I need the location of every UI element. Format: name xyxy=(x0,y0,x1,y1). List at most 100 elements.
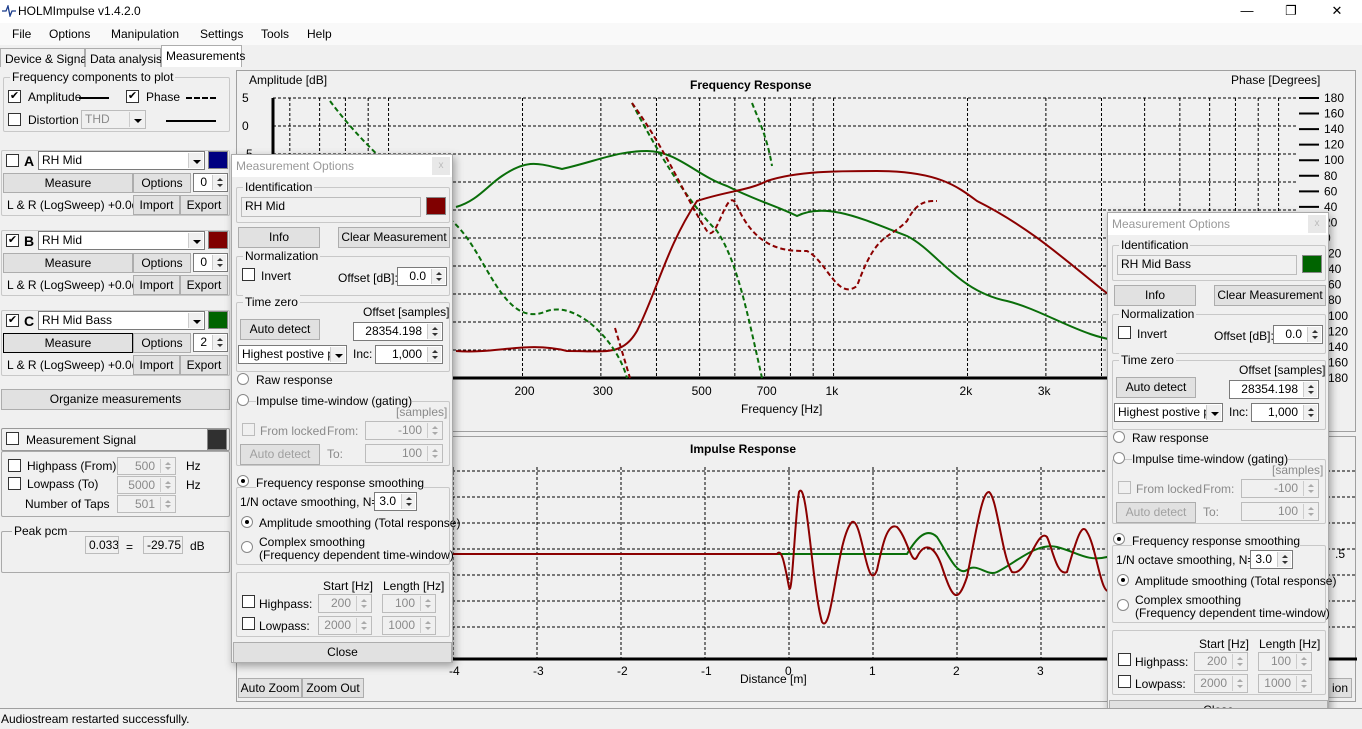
menu-file[interactable]: File xyxy=(12,27,31,41)
measurement-a-options-button[interactable]: Options xyxy=(133,173,191,193)
tab-device-signal[interactable]: Device & Signal xyxy=(0,48,90,67)
spinner-arrows-icon[interactable] xyxy=(1303,405,1317,420)
measurement-c-measure-button[interactable]: Measure xyxy=(3,333,133,353)
organize-measurements-button[interactable]: Organize measurements xyxy=(1,389,230,410)
gate-from-input[interactable]: -100 xyxy=(1241,479,1319,498)
spinner-arrows-icon[interactable] xyxy=(431,269,445,284)
highpass-start-input[interactable]: 200 xyxy=(1194,652,1248,671)
distortion-select[interactable]: THD xyxy=(81,110,146,129)
spinner-arrows-icon[interactable] xyxy=(427,347,441,362)
offset-samples-input[interactable]: 28354.198 xyxy=(1229,380,1319,399)
spinner-arrows-icon[interactable] xyxy=(1296,676,1310,691)
amplitude-smoothing-radio[interactable] xyxy=(241,516,253,528)
clear-measurement-button[interactable]: Clear Measurement xyxy=(1214,285,1326,306)
lowpass-start-input[interactable]: 2000 xyxy=(318,616,372,635)
from-locked-checkbox[interactable] xyxy=(1118,481,1131,494)
measurement-c-checkbox[interactable]: ✔ xyxy=(6,314,19,327)
inc-input[interactable]: 1,000 xyxy=(1251,403,1319,422)
menu-help[interactable]: Help xyxy=(307,27,332,41)
spinner-arrows-icon[interactable] xyxy=(1303,481,1317,496)
dialog-close-x-button[interactable]: x xyxy=(432,157,450,175)
measurement-a-export-button[interactable]: Export xyxy=(180,195,228,215)
lowpass-length-input[interactable]: 1000 xyxy=(382,616,436,635)
complex-smoothing-radio[interactable] xyxy=(241,541,253,553)
distortion-checkbox[interactable] xyxy=(8,113,21,126)
from-locked-checkbox[interactable] xyxy=(242,423,255,436)
measurement-a-checkbox[interactable] xyxy=(6,154,19,167)
measurement-c-import-button[interactable]: Import xyxy=(133,355,180,375)
spinner-arrows-icon[interactable] xyxy=(427,423,441,438)
invert-checkbox[interactable] xyxy=(242,268,255,281)
gate-to-input[interactable]: 100 xyxy=(1241,502,1319,521)
measurement-a-import-button[interactable]: Import xyxy=(133,195,180,215)
menu-settings[interactable]: Settings xyxy=(200,27,243,41)
spinner-arrows-icon[interactable] xyxy=(401,494,415,509)
inc-input[interactable]: 1,000 xyxy=(375,345,443,364)
spinner-arrows-icon[interactable] xyxy=(1303,382,1317,397)
highpass-from-checkbox[interactable] xyxy=(8,459,21,472)
detect-mode-select[interactable]: Highest postive pe xyxy=(238,345,347,364)
lowpass-start-input[interactable]: 2000 xyxy=(1194,674,1248,693)
spinner-arrows-icon[interactable] xyxy=(1296,654,1310,669)
number-of-taps-input[interactable]: 501 xyxy=(117,495,176,513)
time-zero-auto-detect-button[interactable]: Auto detect xyxy=(1116,377,1196,398)
gate-to-input[interactable]: 100 xyxy=(365,444,443,463)
info-button[interactable]: Info xyxy=(238,227,320,248)
spinner-arrows-icon[interactable] xyxy=(160,497,174,511)
lowpass-length-input[interactable]: 1000 xyxy=(1258,674,1312,693)
measurement-c-options-button[interactable]: Options xyxy=(133,333,191,353)
minimize-button[interactable]: — xyxy=(1224,0,1270,23)
lowpass-to-checkbox[interactable] xyxy=(8,477,21,490)
restore-button[interactable]: ❐ xyxy=(1268,0,1314,23)
measurement-b-options-button[interactable]: Options xyxy=(133,253,191,273)
dialog-close-button[interactable]: Close xyxy=(233,642,452,663)
lowpass-checkbox[interactable] xyxy=(242,617,255,630)
spinner-arrows-icon[interactable] xyxy=(1232,676,1246,691)
menu-options[interactable]: Options xyxy=(49,27,90,41)
lowpass-checkbox[interactable] xyxy=(1118,675,1131,688)
measurement-a-measure-button[interactable]: Measure xyxy=(3,173,133,193)
measurement-signal-color[interactable] xyxy=(207,429,227,450)
dialog-close-x-button[interactable]: x xyxy=(1308,215,1326,233)
spinner-arrows-icon[interactable] xyxy=(356,596,370,611)
offset-db-input[interactable]: 0.0 xyxy=(1273,325,1323,344)
octave-input[interactable]: 3.0 xyxy=(374,492,417,511)
phase-checkbox[interactable]: ✔ xyxy=(126,90,139,103)
amplitude-smoothing-radio[interactable] xyxy=(1117,574,1129,586)
gating-radio[interactable] xyxy=(1113,452,1125,464)
spinner-arrows-icon[interactable] xyxy=(212,175,226,190)
detect-mode-select[interactable]: Highest postive pe xyxy=(1114,403,1223,422)
measurement-a-spin[interactable]: 0 xyxy=(193,173,228,192)
time-zero-auto-detect-button[interactable]: Auto detect xyxy=(240,319,320,340)
identification-color[interactable] xyxy=(426,197,446,215)
gate-from-input[interactable]: -100 xyxy=(365,421,443,440)
complex-smoothing-radio[interactable] xyxy=(1117,599,1129,611)
spinner-arrows-icon[interactable] xyxy=(160,478,174,492)
measurement-b-spin[interactable]: 0 xyxy=(193,253,228,272)
measurement-b-color[interactable] xyxy=(208,231,228,249)
invert-checkbox[interactable] xyxy=(1118,326,1131,339)
highpass-start-input[interactable]: 200 xyxy=(318,594,372,613)
highpass-length-input[interactable]: 100 xyxy=(382,594,436,613)
measurement-b-name[interactable]: RH Mid xyxy=(38,231,205,250)
smoothing-radio[interactable] xyxy=(237,475,249,487)
measurement-c-export-button[interactable]: Export xyxy=(180,355,228,375)
amplitude-checkbox[interactable]: ✔ xyxy=(8,90,21,103)
auto-zoom-button[interactable]: Auto Zoom xyxy=(238,678,302,698)
highpass-from-input[interactable]: 500 xyxy=(117,457,176,475)
spinner-arrows-icon[interactable] xyxy=(1232,654,1246,669)
spinner-arrows-icon[interactable] xyxy=(420,618,434,633)
spinner-arrows-icon[interactable] xyxy=(427,324,441,339)
highpass-checkbox[interactable] xyxy=(1118,653,1131,666)
measurement-signal-checkbox[interactable] xyxy=(6,432,19,445)
raw-response-radio[interactable] xyxy=(1113,431,1125,443)
octave-input[interactable]: 3.0 xyxy=(1250,550,1293,569)
tab-measurements[interactable]: Measurements xyxy=(161,45,245,67)
measurement-c-spin[interactable]: 2 xyxy=(193,333,228,352)
raw-response-radio[interactable] xyxy=(237,373,249,385)
measurement-a-name[interactable]: RH Mid xyxy=(38,151,205,170)
measurement-c-color[interactable] xyxy=(208,311,228,329)
measurement-b-export-button[interactable]: Export xyxy=(180,275,228,295)
spinner-arrows-icon[interactable] xyxy=(427,446,441,461)
spinner-arrows-icon[interactable] xyxy=(420,596,434,611)
